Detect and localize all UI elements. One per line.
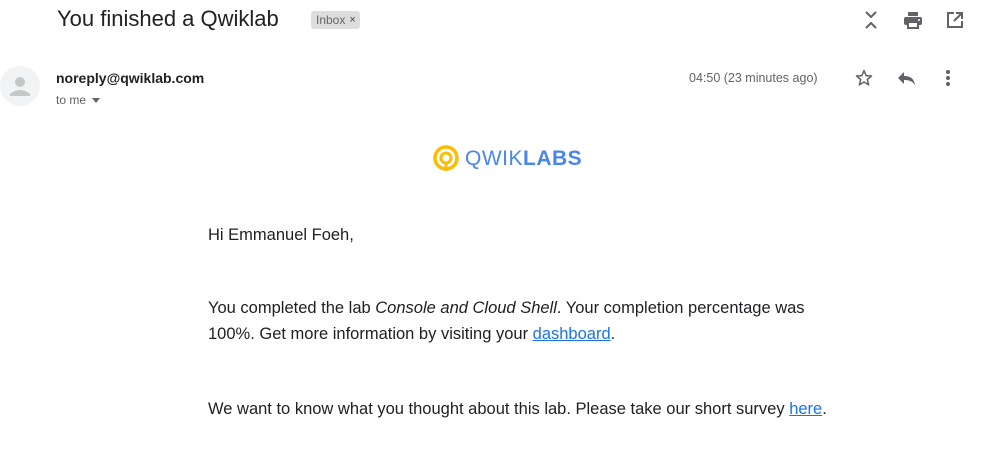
inbox-label-chip[interactable]: Inbox ×: [311, 11, 360, 29]
logo-wordmark: QWIKLABS: [465, 147, 582, 171]
star-icon[interactable]: [854, 68, 874, 88]
para1-text-start: You completed the lab: [208, 299, 376, 317]
completion-paragraph: You completed the lab Console and Cloud …: [208, 295, 828, 347]
message-timestamp: 04:50 (23 minutes ago): [689, 71, 818, 85]
recipient-text: to me: [56, 93, 87, 107]
para2-text-start: We want to know what you thought about t…: [208, 400, 790, 418]
thread-actions: [861, 10, 965, 30]
sender-avatar[interactable]: [0, 66, 40, 106]
survey-link[interactable]: here: [789, 400, 822, 418]
print-icon[interactable]: [903, 10, 923, 30]
sender-email[interactable]: noreply@qwiklab.com: [56, 70, 204, 86]
email-subject: You finished a Qwiklab: [57, 6, 279, 31]
open-in-new-window-icon[interactable]: [945, 10, 965, 30]
email-greeting: Hi Emmanuel Foeh,: [208, 226, 354, 244]
inbox-label-text: Inbox: [316, 13, 346, 27]
dashboard-link[interactable]: dashboard: [533, 325, 611, 343]
para1-text-end: .: [610, 325, 616, 343]
survey-paragraph: We want to know what you thought about t…: [208, 396, 828, 422]
logo-suffix: LABS: [523, 147, 583, 170]
qwiklabs-logo: QWIKLABS: [433, 145, 582, 173]
expand-collapse-icon[interactable]: [861, 10, 881, 30]
person-avatar-icon: [10, 77, 30, 96]
more-vert-icon[interactable]: [938, 68, 958, 88]
logo-prefix: QWIK: [465, 147, 523, 170]
qwiklabs-logo-icon: [433, 145, 459, 171]
para2-text-end: .: [822, 400, 827, 418]
recipient-details-toggle[interactable]: to me: [56, 93, 101, 107]
message-actions: [854, 68, 958, 88]
lab-name: Console and Cloud Shell: [375, 299, 557, 317]
reply-icon[interactable]: [896, 68, 916, 88]
remove-label-button[interactable]: ×: [349, 14, 355, 26]
chevron-down-icon: [92, 98, 101, 103]
subject-row: You finished a Qwiklab Inbox ×: [0, 0, 991, 44]
